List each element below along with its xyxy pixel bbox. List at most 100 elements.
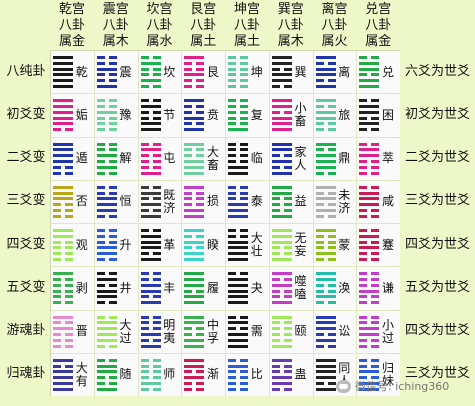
yin-line — [96, 240, 105, 244]
yin-line — [228, 272, 236, 276]
hexagram-name: 升 — [119, 237, 132, 252]
hexagram-name: 大过 — [119, 317, 132, 345]
yin-line — [184, 191, 193, 195]
yin-line — [184, 122, 193, 126]
hexagram-name: 贲 — [206, 107, 219, 122]
yin-line — [140, 321, 149, 325]
yin-line — [271, 67, 280, 71]
hexagram-name: 谦 — [381, 280, 394, 295]
yin-line — [271, 289, 280, 293]
yin-line — [315, 246, 324, 250]
yin-line — [184, 85, 193, 88]
palace-header-line2: 八卦 — [102, 18, 129, 33]
hexagram-name: 益 — [294, 194, 307, 209]
hexagram-cell: 中孚 — [182, 310, 225, 353]
palace-header: 艮宫 八卦 属土 — [181, 2, 225, 50]
yin-line — [140, 327, 149, 331]
yin-line — [184, 105, 193, 109]
hexagram-cell: 涣 — [313, 267, 357, 310]
palace-header-line2: 八卦 — [321, 18, 348, 33]
hexagram-cell: 解 — [94, 137, 138, 180]
yin-line — [315, 258, 324, 261]
yin-line — [359, 99, 368, 103]
hexagram-name: 大畜 — [206, 144, 219, 172]
hexagram-cell: 随 — [94, 353, 138, 396]
hexagram-name: 未济 — [338, 187, 351, 215]
hexagram-cell: 比 — [226, 353, 269, 396]
hexagram-name: 革 — [163, 237, 176, 252]
hexagram-name: 蹇 — [381, 237, 394, 252]
yin-line — [271, 252, 280, 256]
shi-yao-label: 五爻为世爻 — [404, 279, 470, 295]
yin-line — [359, 321, 368, 325]
yin-line — [359, 278, 368, 282]
yin-line — [53, 246, 61, 250]
yin-line — [228, 315, 236, 319]
yin-line — [96, 142, 105, 146]
hexagram-name: 噬嗑 — [294, 274, 307, 302]
yin-line — [140, 370, 149, 374]
yin-line — [96, 148, 105, 152]
hexagram-name: 明夷 — [163, 317, 176, 345]
yin-line — [184, 203, 193, 207]
hexagram-cell: 否 — [51, 180, 94, 223]
hexagram-name: 巽 — [294, 64, 307, 79]
yin-line — [140, 165, 149, 169]
yin-line — [96, 358, 105, 362]
hexagram-cell: 巽 — [269, 51, 313, 94]
yin-line — [315, 301, 324, 305]
yin-line — [140, 252, 149, 256]
yin-line — [140, 142, 149, 146]
yin-line — [96, 214, 105, 218]
yin-line — [315, 61, 324, 65]
yin-line — [228, 61, 236, 65]
hexagram-name: 咸 — [381, 194, 394, 209]
yin-line — [359, 73, 368, 77]
hexagram-cell: 睽 — [182, 224, 225, 267]
yin-line — [184, 197, 193, 201]
yin-line — [315, 289, 324, 293]
yin-line — [140, 99, 149, 103]
hexagram-name: 师 — [163, 367, 176, 382]
yin-line — [271, 332, 280, 336]
hexagram-name: 剥 — [75, 280, 88, 295]
hexagram-name: 损 — [206, 194, 219, 209]
palace-header-line3: 属火 — [321, 34, 348, 49]
palace-header-line2: 八卦 — [233, 18, 260, 33]
palace-header-line2: 八卦 — [58, 18, 85, 33]
yin-line — [228, 370, 236, 374]
palace-header: 兑宫 八卦 属金 — [356, 2, 400, 50]
hexagram-cell: 无妄 — [269, 224, 313, 267]
hexagram-name: 恒 — [119, 194, 132, 209]
palace-header: 坤宫 八卦 属土 — [225, 2, 269, 50]
yin-line — [184, 67, 193, 71]
palace-header-line1: 艮宫 — [190, 2, 217, 17]
hexagram-name: 困 — [381, 107, 394, 122]
hexagram-cell: 师 — [138, 353, 182, 396]
yin-line — [228, 79, 236, 83]
yin-line — [315, 381, 324, 385]
yin-line — [140, 358, 149, 362]
yin-line — [271, 154, 280, 158]
hexagram-cell: 大畜 — [182, 137, 225, 180]
yin-line — [228, 197, 236, 201]
hexagram-cell: 临 — [226, 137, 269, 180]
hexagram-name: 晋 — [75, 324, 88, 339]
yin-line — [184, 154, 193, 158]
yin-line — [140, 315, 149, 319]
hexagram-cell: 大过 — [94, 310, 138, 353]
hexagram-name: 既济 — [163, 187, 176, 215]
hexagram-cell: 观 — [51, 224, 94, 267]
yin-line — [315, 105, 324, 109]
yin-line — [140, 116, 149, 120]
yin-line — [228, 85, 236, 88]
hexagram-cell: 既济 — [138, 180, 182, 223]
hexagram-cell: 蛊 — [269, 353, 313, 396]
yin-line — [96, 191, 105, 195]
wechat-icon — [336, 379, 351, 393]
yin-line — [96, 301, 105, 305]
hexagram-name: 履 — [206, 280, 219, 295]
yin-line — [271, 246, 280, 250]
palace-header: 震宫 八卦 属木 — [94, 2, 138, 50]
yin-line — [359, 301, 368, 305]
